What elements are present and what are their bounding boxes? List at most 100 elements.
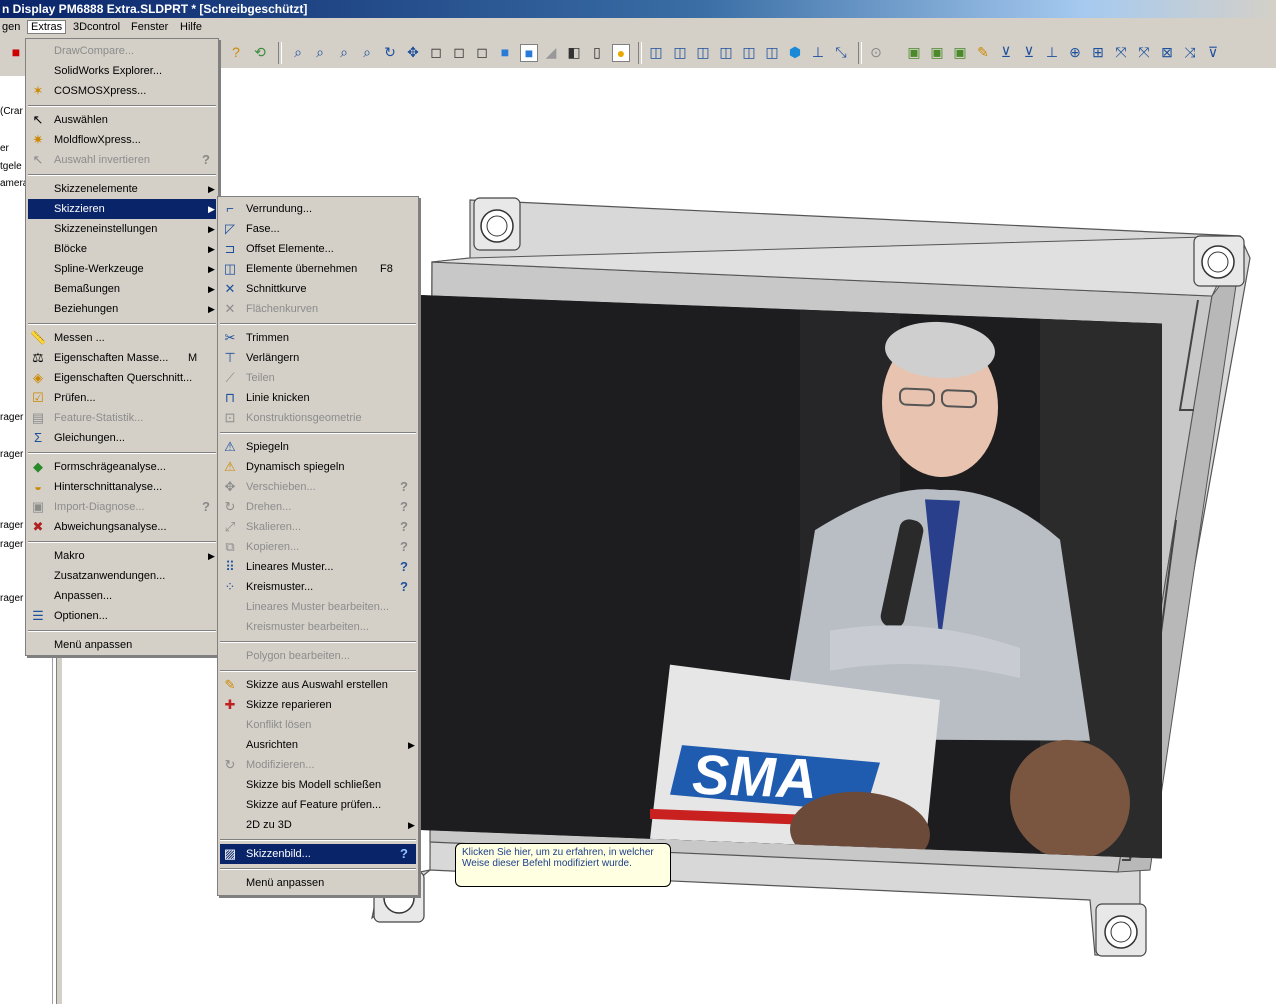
- rebuild-icon[interactable]: ⟲: [252, 44, 268, 60]
- menu-item-abweichungsanalyse[interactable]: ✖ Abweichungsanalyse...: [28, 517, 216, 537]
- zoom-fit-icon[interactable]: ⌕: [290, 44, 306, 60]
- rotate-view-icon[interactable]: ↻: [382, 44, 398, 60]
- shaded-icon[interactable]: ■: [497, 44, 513, 60]
- zoom-area-icon[interactable]: ⌕: [312, 44, 328, 60]
- menu-item-polygon-bearbeiten[interactable]: Polygon bearbeiten...: [220, 646, 416, 666]
- menu-hilfe[interactable]: Hilfe: [180, 21, 202, 33]
- view-top-icon[interactable]: ◫: [741, 44, 757, 60]
- menu-item-skalieren[interactable]: ⤢ Skalieren...?: [220, 517, 416, 537]
- sketch-tool-icon[interactable]: ⊞: [1090, 44, 1106, 60]
- view-left-icon[interactable]: ◫: [695, 44, 711, 60]
- menu-item-skizze-bis-modell[interactable]: Skizze bis Modell schließen: [220, 775, 416, 795]
- tree-item[interactable]: rager: [0, 539, 23, 550]
- sketch-tool-icon[interactable]: ⤨: [1182, 44, 1198, 60]
- menu-item-solidworks-explorer[interactable]: SolidWorks Explorer...: [28, 61, 216, 81]
- link-views-icon[interactable]: ⤡: [833, 44, 849, 60]
- menu-item-optionen[interactable]: ☰ Optionen...: [28, 606, 216, 626]
- tree-item[interactable]: rager: [0, 412, 23, 423]
- menu-item-kreismuster[interactable]: ⁘ Kreismuster...?: [220, 577, 416, 597]
- help-question-icon[interactable]: ?: [400, 577, 408, 597]
- menu-item-pruefen[interactable]: ☑ Prüfen...: [28, 388, 216, 408]
- menu-item-eigenschaften-querschnitt[interactable]: ◈ Eigenschaften Querschnitt...: [28, 368, 216, 388]
- sketch-tool-icon[interactable]: ⊽: [1205, 44, 1221, 60]
- shaded-edges-icon[interactable]: ■: [520, 44, 538, 62]
- menu-item-dynamisch-spiegeln[interactable]: ⚠ Dynamisch spiegeln: [220, 457, 416, 477]
- hidden-removed-icon[interactable]: ◻: [474, 44, 490, 60]
- menu-fenster[interactable]: Fenster: [131, 21, 168, 33]
- menu-item-fase[interactable]: ◸ Fase...: [220, 219, 416, 239]
- wireframe-icon[interactable]: ◻: [428, 44, 444, 60]
- menu-item-verrundung[interactable]: ⌐ Verrundung...: [220, 199, 416, 219]
- sketch-tool-icon[interactable]: ⊻: [1021, 44, 1037, 60]
- menu-item-skizzenbild[interactable]: ▨ Skizzenbild...?: [220, 844, 416, 864]
- menu-item-bemassungen[interactable]: Bemaßungen ▶: [28, 279, 216, 299]
- sketch-picture[interactable]: SMA: [420, 295, 1162, 859]
- menu-item-spiegeln[interactable]: ⚠ Spiegeln: [220, 437, 416, 457]
- menu-item-lineares-muster-bearbeiten[interactable]: Lineares Muster bearbeiten...: [220, 597, 416, 617]
- toolbar-icon[interactable]: ■: [8, 44, 24, 60]
- menu-3dcontrol[interactable]: 3Dcontrol: [73, 21, 120, 33]
- tree-item[interactable]: tgele: [0, 161, 22, 172]
- view-right-icon[interactable]: ◫: [718, 44, 734, 60]
- pan-icon[interactable]: ✥: [405, 44, 421, 60]
- zoom-selection-icon[interactable]: ⌕: [359, 44, 375, 60]
- view-front-icon[interactable]: ◫: [648, 44, 664, 60]
- menu-item-hinterschnittanalyse[interactable]: ◒ Hinterschnittanalyse...: [28, 477, 216, 497]
- menu-item-offset-elemente[interactable]: ⊐ Offset Elemente...: [220, 239, 416, 259]
- menu-item-linie-knicken[interactable]: ⊓ Linie knicken: [220, 388, 416, 408]
- menu-item-anpassen[interactable]: Anpassen...: [28, 586, 216, 606]
- help-icon[interactable]: ?: [228, 44, 244, 60]
- tree-item[interactable]: rager: [0, 449, 23, 460]
- menu-item-auswahl-invertieren[interactable]: ↖ Auswahl invertieren?: [28, 150, 216, 170]
- view-back-icon[interactable]: ◫: [672, 44, 688, 60]
- sketch-tool-icon[interactable]: ⊻: [998, 44, 1014, 60]
- sketch-tool-icon[interactable]: ▣: [906, 44, 922, 60]
- sketch-tool-icon[interactable]: ▣: [929, 44, 945, 60]
- menu-item-drawcompare[interactable]: DrawCompare...: [28, 41, 216, 61]
- menu-item-skizze-aus-auswahl[interactable]: ✎ Skizze aus Auswahl erstellen: [220, 675, 416, 695]
- sketch-tool-icon[interactable]: ⤧: [1136, 44, 1152, 60]
- menu-item-menue-anpassen-sub[interactable]: Menü anpassen: [220, 873, 416, 893]
- view-bottom-icon[interactable]: ◫: [764, 44, 780, 60]
- menu-item-spline-werkzeuge[interactable]: Spline-Werkzeuge ▶: [28, 259, 216, 279]
- zoom-in-out-icon[interactable]: ⌕: [336, 44, 352, 60]
- sketch-tool-icon[interactable]: ▣: [952, 44, 968, 60]
- menu-item-cosmosxpress[interactable]: ✶ COSMOSXpress...: [28, 81, 216, 101]
- menu-item-menue-anpassen[interactable]: Menü anpassen: [28, 635, 216, 655]
- menu-item-elemente-uebernehmen[interactable]: ◫ Elemente übernehmen F8: [220, 259, 416, 279]
- tree-item[interactable]: (Crar: [0, 106, 23, 117]
- menu-item-gleichungen[interactable]: Σ Gleichungen...: [28, 428, 216, 448]
- sketch-tool-icon[interactable]: ✎: [975, 44, 991, 60]
- help-question-icon[interactable]: ?: [400, 844, 408, 864]
- menu-item-ausrichten[interactable]: Ausrichten ▶: [220, 735, 416, 755]
- menu-item-moldflowxpress[interactable]: ✷ MoldflowXpress...: [28, 130, 216, 150]
- menu-item-kopieren[interactable]: ⧉ Kopieren...?: [220, 537, 416, 557]
- menu-item-kreismuster-bearbeiten[interactable]: Kreismuster bearbeiten...: [220, 617, 416, 637]
- menu-item-konflikt-loesen[interactable]: Konflikt lösen: [220, 715, 416, 735]
- menu-item-messen[interactable]: 📏 Messen ...: [28, 328, 216, 348]
- menu-item-skizzeneinstellungen[interactable]: Skizzeneinstellungen ▶: [28, 219, 216, 239]
- shadow-icon[interactable]: ◢: [543, 44, 559, 60]
- menu-item-teilen[interactable]: ⟋ Teilen: [220, 368, 416, 388]
- menu-item-beziehungen[interactable]: Beziehungen ▶: [28, 299, 216, 319]
- menu-item-modifizieren[interactable]: ↻ Modifizieren...: [220, 755, 416, 775]
- menu-item-flaechenkurven[interactable]: ✕ Flächenkurven: [220, 299, 416, 319]
- realview-icon[interactable]: ●: [612, 44, 630, 62]
- sketch-tool-icon[interactable]: ⊥: [1044, 44, 1060, 60]
- hidden-lines-icon[interactable]: ◻: [451, 44, 467, 60]
- menu-item-bloecke[interactable]: Blöcke ▶: [28, 239, 216, 259]
- menu-item-skizzenelemente[interactable]: Skizzenelemente ▶: [28, 179, 216, 199]
- menu-item-verschieben[interactable]: ✥ Verschieben...?: [220, 477, 416, 497]
- menu-item-konstruktionsgeometrie[interactable]: ⊡ Konstruktionsgeometrie: [220, 408, 416, 428]
- normal-to-icon[interactable]: ⊥: [810, 44, 826, 60]
- menu-item-import-diagnose[interactable]: ▣ Import-Diagnose...?: [28, 497, 216, 517]
- menu-item-eigenschaften-masse[interactable]: ⚖ Eigenschaften Masse... M: [28, 348, 216, 368]
- perspective-icon[interactable]: ▯: [589, 44, 605, 60]
- menu-item-lineares-muster[interactable]: ⠿ Lineares Muster...?: [220, 557, 416, 577]
- menu-item-zusatzanwendungen[interactable]: Zusatzanwendungen...: [28, 566, 216, 586]
- sketch-tool-icon[interactable]: ⊕: [1067, 44, 1083, 60]
- sketch-tool-icon[interactable]: ⤧: [1113, 44, 1129, 60]
- sketch-tool-icon[interactable]: ⊠: [1159, 44, 1175, 60]
- section-view-icon[interactable]: ◧: [566, 44, 582, 60]
- standard-views-icon[interactable]: ⊙: [868, 44, 884, 60]
